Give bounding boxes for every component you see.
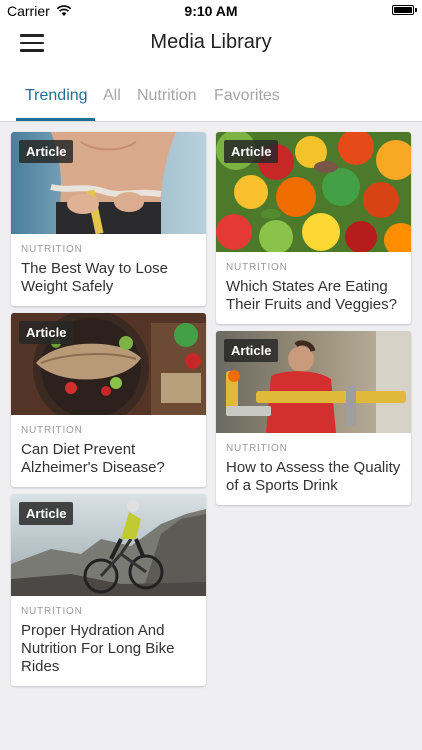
card-category: NUTRITION [21, 606, 83, 617]
article-badge: Article [19, 321, 74, 344]
article-badge: Article [19, 502, 74, 525]
tab-nutrition[interactable]: Nutrition [137, 87, 197, 105]
card-image: Article [216, 331, 411, 433]
tab-bar: Trending All Nutrition Favorites [0, 72, 422, 122]
card-title: How to Assess the Quality of a Sports Dr… [226, 459, 401, 494]
active-tab-indicator [16, 118, 95, 121]
article-card[interactable]: Article NUTRITION Can Diet Prevent Alzhe… [11, 313, 206, 487]
article-card[interactable]: Article NUTRITION How to Assess the Qual… [216, 331, 411, 505]
tab-favorites[interactable]: Favorites [214, 87, 280, 105]
status-bar: Carrier 9:10 AM [0, 0, 422, 22]
card-image: Article [11, 494, 206, 596]
article-badge: Article [224, 140, 279, 163]
card-image: Article [216, 132, 411, 252]
battery-icon [392, 5, 417, 15]
tab-trending[interactable]: Trending [25, 87, 88, 105]
app-header: Media Library [0, 22, 422, 72]
card-category: NUTRITION [226, 443, 288, 454]
card-image: Article [11, 313, 206, 415]
card-title: The Best Way to Lose Weight Safely [21, 260, 169, 295]
card-category: NUTRITION [226, 262, 288, 273]
article-badge: Article [224, 339, 279, 362]
card-category: NUTRITION [21, 425, 83, 436]
card-image: Article [11, 132, 206, 234]
tab-all[interactable]: All [103, 87, 121, 105]
article-card[interactable]: Article NUTRITION The Best Way to Lose W… [11, 132, 206, 306]
status-time: 9:10 AM [184, 3, 238, 19]
card-title: Can Diet Prevent Alzheimer's Disease? [21, 441, 165, 476]
article-card[interactable]: Article NUTRITION Proper Hydration And N… [11, 494, 206, 686]
card-title: Proper Hydration And Nutrition For Long … [21, 622, 175, 675]
page-title: Media Library [150, 31, 272, 53]
card-title: Which States Are Eating Their Fruits and… [226, 278, 397, 313]
article-badge: Article [19, 140, 74, 163]
article-card[interactable]: Article NUTRITION Which States Are Eatin… [216, 132, 411, 324]
card-category: NUTRITION [21, 244, 83, 255]
